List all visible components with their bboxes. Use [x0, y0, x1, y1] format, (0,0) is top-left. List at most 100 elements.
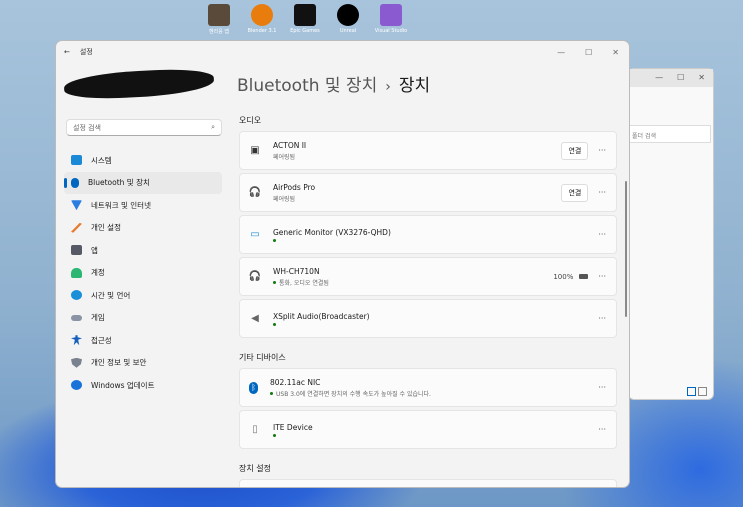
- sidebar-item-windows-update[interactable]: Windows 업데이트: [64, 374, 222, 397]
- battery-icon: [579, 274, 589, 279]
- breadcrumb: Bluetooth 및 장치 › 장치: [237, 71, 430, 96]
- close-button[interactable]: ✕: [612, 48, 619, 57]
- icon-label: 헨리응 앱: [209, 29, 229, 35]
- window-title: 설정: [79, 48, 93, 56]
- connected-dot: [273, 238, 276, 242]
- icon-label: Epic Games: [290, 28, 320, 34]
- more-options-button[interactable]: ···: [598, 272, 606, 281]
- sidebar-nav: 시스템 Bluetooth 및 장치 네트워크 및 인터넷 개인 설정 앱 계정…: [64, 149, 222, 397]
- connect-button[interactable]: 연결: [561, 141, 589, 160]
- devices-content: 오디오 ▣ ACTON II 페어링됨 연결 ··· 🎧 AirPods Pro 페어링됨 연…: [239, 109, 617, 487]
- more-options-button[interactable]: ···: [598, 383, 606, 392]
- account-icon: [71, 267, 82, 278]
- sidebar-item-accessibility[interactable]: 접근성: [64, 329, 222, 352]
- connected-dot: [273, 433, 276, 437]
- page-title: 장치: [398, 76, 431, 96]
- icon-label: Blender 3.1: [247, 28, 277, 34]
- background-explorer-window[interactable]: — ☐ ✕ 폴더 검색: [628, 68, 714, 400]
- details-view-icon[interactable]: [687, 387, 696, 396]
- device-settings-card[interactable]: [239, 479, 617, 487]
- breadcrumb-parent[interactable]: Bluetooth 및 장치: [237, 76, 377, 96]
- battery-level: 100%: [553, 272, 574, 281]
- device-name: ITE Device: [273, 422, 313, 432]
- device-card-monitor[interactable]: ▭ Generic Monitor (VX3276-QHD) ···: [239, 215, 617, 254]
- sidebar-item-system[interactable]: 시스템: [64, 149, 222, 172]
- settings-search-input[interactable]: 설정 검색 ⌕: [66, 119, 222, 136]
- device-card-acton[interactable]: ▣ ACTON II 페어링됨 연결 ···: [239, 131, 617, 170]
- device-name: AirPods Pro: [273, 182, 316, 192]
- headphones-icon: 🎧: [248, 187, 262, 198]
- tiles-view-icon[interactable]: [698, 387, 707, 396]
- folder-search-input[interactable]: 폴더 검색: [629, 125, 711, 143]
- sidebar-item-label: 시스템: [91, 155, 112, 165]
- device-name: 802.11ac NIC: [270, 377, 321, 387]
- sidebar-item-label: Bluetooth 및 장치: [88, 178, 150, 188]
- connected-dot: [273, 322, 276, 326]
- icon-label: Visual Studio: [374, 28, 408, 34]
- device-card-ite[interactable]: ▯ ITE Device ···: [239, 410, 617, 449]
- accessibility-icon: [71, 335, 82, 346]
- device-icon: ▯: [252, 424, 258, 435]
- desktop-icon-app[interactable]: 헨리응 앱: [197, 4, 241, 35]
- device-card-xsplit[interactable]: ◀ XSplit Audio(Broadcaster) ···: [239, 299, 617, 338]
- scrollbar[interactable]: [625, 181, 627, 317]
- back-button[interactable]: ←: [64, 48, 70, 56]
- sidebar-item-apps[interactable]: 앱: [64, 239, 222, 262]
- sidebar-item-label: 개인 정보 및 보안: [91, 358, 147, 368]
- sidebar-item-label: 계정: [91, 268, 105, 278]
- device-name: ACTON II: [273, 140, 307, 150]
- desktop-icon-blender[interactable]: Blender 3.1: [240, 4, 284, 34]
- more-options-button[interactable]: ···: [598, 425, 606, 434]
- sidebar-item-label: 게임: [91, 313, 105, 323]
- more-options-button[interactable]: ···: [598, 146, 606, 155]
- visual-studio-icon: [380, 4, 402, 26]
- account-avatar-redacted: [63, 67, 215, 101]
- sidebar-item-personalization[interactable]: 개인 설정: [64, 217, 222, 240]
- connected-dot: [273, 280, 276, 284]
- sidebar-item-network[interactable]: 네트워크 및 인터넷: [64, 194, 222, 217]
- speaker-icon: ◀: [251, 313, 259, 324]
- device-card-nic[interactable]: ᛒ 802.11ac NIC USB 3.0에 연결하면 장치의 수행 속도가 높아…: [239, 368, 617, 407]
- device-name: XSplit Audio(Broadcaster): [273, 311, 370, 321]
- minimize-button[interactable]: —: [655, 73, 663, 83]
- device-name: Generic Monitor (VX3276-QHD): [273, 227, 391, 237]
- device-card-wh-ch710n[interactable]: 🎧 WH-CH710N 통화, 오디오 연결됨 100% ···: [239, 257, 617, 296]
- more-options-button[interactable]: ···: [598, 230, 606, 239]
- maximize-button[interactable]: ☐: [585, 48, 592, 57]
- device-name: WH-CH710N: [273, 266, 320, 276]
- search-icon: ⌕: [211, 123, 215, 131]
- minimize-button[interactable]: —: [557, 48, 565, 57]
- brush-icon: [71, 222, 82, 233]
- icon-label: Unreal: [339, 28, 357, 34]
- headphones-icon: 🎧: [248, 271, 262, 282]
- wifi-icon: [71, 200, 82, 211]
- maximize-button[interactable]: ☐: [677, 73, 684, 83]
- sidebar-item-gaming[interactable]: 게임: [64, 307, 222, 330]
- search-placeholder: 설정 검색: [73, 124, 101, 132]
- desktop-icon-epic[interactable]: Epic Games: [283, 4, 327, 34]
- more-options-button[interactable]: ···: [598, 188, 606, 197]
- other-devices-section-title: 기타 디바이스: [239, 353, 286, 362]
- sidebar-item-time-language[interactable]: 시간 및 언어: [64, 284, 222, 307]
- monitor-icon: ▭: [250, 229, 260, 240]
- close-button[interactable]: ✕: [698, 73, 705, 83]
- device-card-airpods[interactable]: 🎧 AirPods Pro 페어링됨 연결 ···: [239, 173, 617, 212]
- app-icon: [208, 4, 230, 26]
- breadcrumb-separator: ›: [385, 79, 391, 95]
- device-status: 페어링됨: [273, 195, 296, 203]
- more-options-button[interactable]: ···: [598, 314, 606, 323]
- blender-icon: [251, 4, 273, 26]
- system-icon: [71, 155, 82, 166]
- bluetooth-icon: ᛒ: [249, 381, 258, 394]
- connected-dot: [270, 391, 273, 395]
- speaker-device-icon: ▣: [250, 145, 260, 156]
- sidebar-item-accounts[interactable]: 계정: [64, 262, 222, 285]
- sidebar-item-bluetooth[interactable]: Bluetooth 및 장치: [64, 171, 222, 194]
- desktop-icon-visual-studio[interactable]: Visual Studio: [369, 4, 413, 34]
- sidebar-item-privacy[interactable]: 개인 정보 및 보안: [64, 352, 222, 375]
- update-icon: [71, 380, 82, 391]
- unreal-icon: [337, 4, 359, 26]
- desktop-icon-unreal[interactable]: Unreal: [326, 4, 370, 34]
- apps-icon: [71, 245, 82, 256]
- connect-button[interactable]: 연결: [561, 183, 589, 202]
